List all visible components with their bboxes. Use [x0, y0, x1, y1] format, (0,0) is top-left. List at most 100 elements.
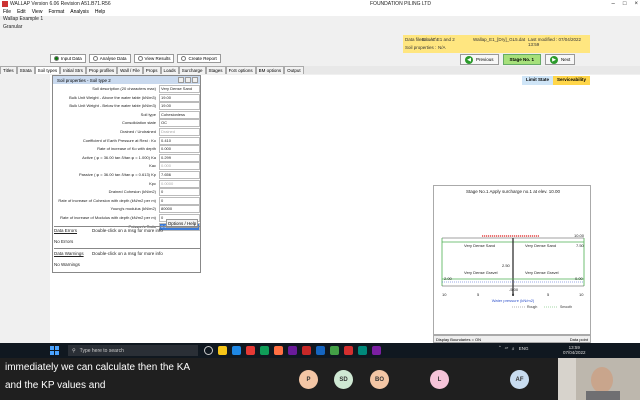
windows-taskbar: ⚲ Type here to search ⌃ ▱ ♬ ENG 13:59 07…: [0, 343, 640, 358]
tab-surcharge[interactable]: Surcharge: [178, 66, 206, 74]
tab-prop-profiles[interactable]: Prop profiles: [85, 66, 118, 74]
language-indicator[interactable]: ENG: [519, 346, 529, 351]
data-errors-message[interactable]: No Errors: [54, 239, 73, 244]
menu-edit[interactable]: Edit: [17, 9, 26, 15]
excel-icon[interactable]: [260, 346, 269, 355]
soil-property-value-field[interactable]: 7.656: [159, 171, 200, 179]
soil-property-value-field[interactable]: Very Dense Sand: [159, 85, 200, 93]
soil-property-value-field[interactable]: 0: [159, 188, 200, 197]
app-icon[interactable]: [372, 346, 381, 355]
participant-avatar[interactable]: P: [299, 370, 318, 389]
tab-output[interactable]: Output: [284, 66, 304, 74]
maximize-icon[interactable]: □: [623, 1, 627, 7]
tab-props[interactable]: Props: [142, 66, 161, 74]
soil-property-row: Active ( φ = 36.00 tan δ/tan φ = 1.000) …: [53, 153, 200, 163]
wallap-taskbar-icon[interactable]: [302, 346, 311, 355]
soil-property-value-field[interactable]: 19.00: [159, 93, 200, 102]
word-icon[interactable]: [316, 346, 325, 355]
analyse-data-radio[interactable]: Analyse Data: [88, 54, 131, 63]
soil-property-value-field[interactable]: Cohesionless: [159, 110, 200, 119]
arrow-left-icon: ◀: [465, 55, 473, 64]
input-data-label: Input Data: [61, 56, 82, 61]
stage-diagram: Stage No.1 Apply surcharge no.1 at elev.…: [441, 189, 585, 309]
view-results-radio[interactable]: View Results: [133, 54, 175, 63]
soil-property-label: Coefficient of Earth Pressure at Rest : …: [82, 137, 156, 143]
soil-property-value-field[interactable]: 19.00: [159, 102, 200, 111]
view-results-label: View Results: [144, 56, 171, 61]
task-view-icon[interactable]: [204, 346, 213, 355]
axis-tick: 10: [579, 292, 584, 297]
tab-soil-types[interactable]: Soil types: [34, 66, 61, 74]
panel-help-icon[interactable]: [178, 77, 184, 83]
create-report-radio[interactable]: Create Report: [177, 54, 221, 63]
chevron-up-icon[interactable]: ⌃: [498, 345, 502, 351]
taskbar-clock[interactable]: 13:59 07/04/2022: [563, 345, 586, 355]
participant-avatar[interactable]: SD: [334, 370, 353, 389]
wallap-app-icon: [2, 1, 8, 7]
data-errors-hint: Double-click on a msg for more info: [92, 228, 163, 233]
tab-initial-strs[interactable]: Initial Strs: [60, 66, 86, 74]
soil-property-value-field[interactable]: 0.000: [159, 145, 200, 154]
pdf-icon[interactable]: [344, 346, 353, 355]
teams-icon[interactable]: [288, 346, 297, 355]
edge-icon[interactable]: [232, 346, 241, 355]
taskbar-search-box[interactable]: ⚲ Type here to search: [68, 345, 198, 356]
participant-avatar[interactable]: BO: [370, 370, 389, 389]
soil-property-value-field[interactable]: OC: [159, 119, 200, 128]
elevation-label: 2.50: [502, 263, 511, 268]
panel-restore-icon[interactable]: [185, 77, 191, 83]
close-icon[interactable]: ×: [634, 1, 638, 7]
file-explorer-icon[interactable]: [218, 346, 227, 355]
menu-help[interactable]: Help: [95, 9, 105, 15]
menu-view[interactable]: View: [32, 9, 43, 15]
tab-titles[interactable]: Titles: [0, 66, 17, 74]
windows-start-icon[interactable]: [50, 346, 59, 355]
tab-wall-file[interactable]: Wall / File: [117, 66, 143, 74]
soil-property-value-field[interactable]: 0.299: [159, 153, 200, 162]
display-boundaries-status[interactable]: Display Boundaries = ON: [436, 337, 481, 342]
stage-indicator: Stage No. 1: [502, 54, 542, 65]
soil-property-value-field: 0.000: [159, 162, 200, 171]
soil-property-value-field[interactable]: 0.410: [159, 136, 200, 145]
app-icon[interactable]: [330, 346, 339, 355]
menu-format[interactable]: Format: [48, 9, 64, 15]
axis-tick: 10: [442, 292, 447, 297]
menu-file[interactable]: File: [3, 9, 11, 15]
tab-loads[interactable]: Loads: [160, 66, 179, 74]
serviceability-button[interactable]: Serviceability: [553, 76, 591, 85]
soil-property-row: Drained Cohesion (kN/m2) 0: [53, 188, 200, 197]
menu-analysis[interactable]: Analysis: [70, 9, 89, 15]
desktop-screen: WALLAP Version 6.06 Revision A51.B71.R56…: [0, 0, 640, 358]
participant-avatar[interactable]: AF: [510, 370, 529, 389]
next-button[interactable]: ▶ Next: [545, 54, 576, 65]
previous-button[interactable]: ◀ Previous: [460, 54, 499, 65]
soil-property-label: Young's modulus (kN/m2): [110, 206, 156, 212]
minimize-icon[interactable]: –: [612, 1, 615, 7]
participant-initials: L: [437, 376, 442, 383]
participant-avatar[interactable]: L: [430, 370, 449, 389]
input-data-radio[interactable]: Input Data: [50, 54, 86, 63]
limit-state-toggle: Limit State Serviceability: [522, 76, 591, 85]
network-icon[interactable]: ▱: [505, 345, 508, 351]
panel-close-icon[interactable]: [192, 77, 198, 83]
limit-state-button[interactable]: Limit State: [522, 76, 554, 85]
tab-strata[interactable]: Strata: [16, 66, 35, 74]
soil-label: Very Dense Sand: [525, 243, 556, 248]
data-warnings-message[interactable]: No Warnings: [54, 262, 80, 267]
project-subtitle: Granular: [3, 24, 23, 30]
soil-property-value-field[interactable]: 80000: [159, 205, 200, 214]
soil-property-label: Rate of increase of Cohesion with depth …: [58, 197, 156, 203]
paint-icon[interactable]: [274, 346, 283, 355]
soil-property-value-field[interactable]: 0: [159, 196, 200, 205]
tab-fos-options[interactable]: FoS options: [225, 66, 256, 74]
soil-property-row: Rate of increase of Ko with depth 0.000: [53, 145, 200, 154]
soil-property-label: Kpc: [149, 180, 156, 186]
app-icon[interactable]: [358, 346, 367, 355]
tab-stages[interactable]: Stages: [205, 66, 226, 74]
volume-icon[interactable]: ♬: [511, 346, 516, 351]
divider: [54, 226, 200, 227]
chrome-icon[interactable]: [246, 346, 255, 355]
clock-date: 07/04/2022: [563, 350, 586, 355]
soil-label: Very Dense Gravel: [464, 270, 498, 275]
tab-bm-options[interactable]: BM options: [255, 66, 285, 74]
